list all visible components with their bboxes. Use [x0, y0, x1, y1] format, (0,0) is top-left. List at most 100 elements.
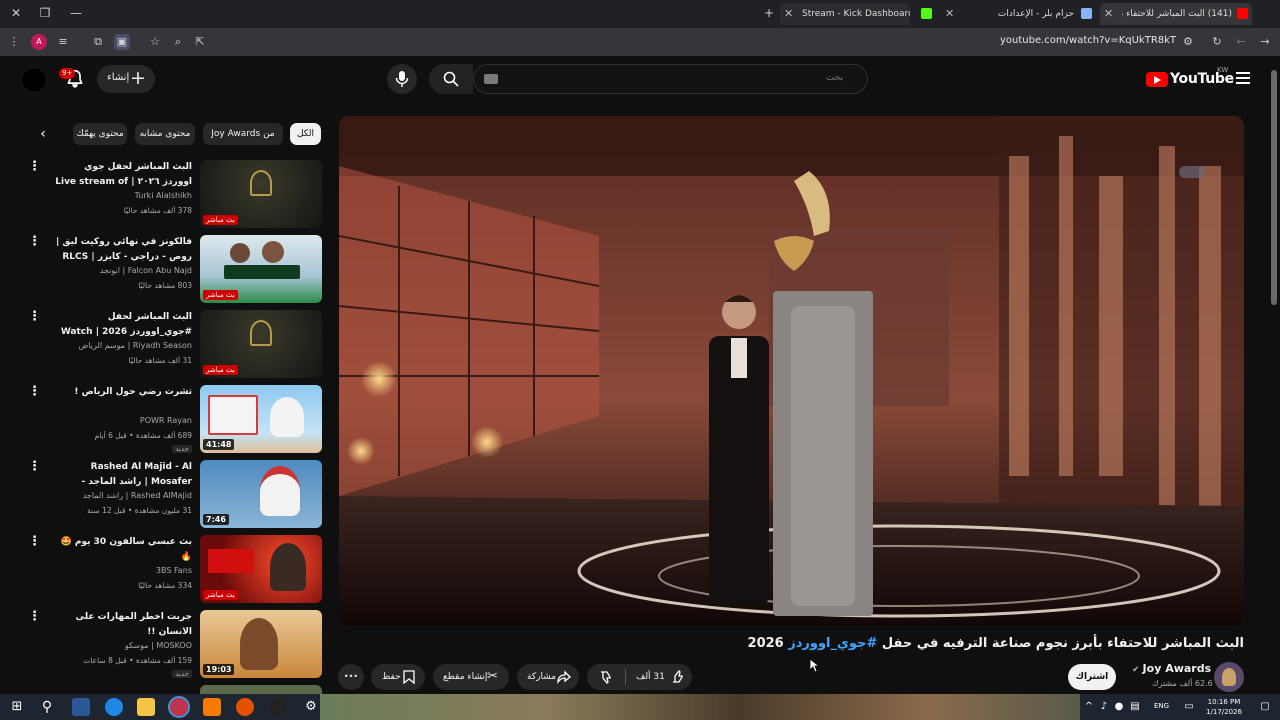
more-options-icon[interactable]: ⋮	[28, 535, 41, 551]
more-options-icon[interactable]: ⋮	[28, 610, 41, 626]
notifications-icon[interactable]: ▢	[1256, 698, 1274, 716]
more-options-icon[interactable]: ⋮	[28, 235, 41, 251]
settings-gear-icon[interactable]: ⚙	[302, 698, 320, 716]
obs-icon[interactable]	[269, 698, 287, 716]
share-page-icon[interactable]: ⇱	[192, 34, 208, 50]
profile-icon[interactable]: A	[31, 34, 47, 50]
edge-icon[interactable]	[105, 698, 123, 716]
recommendation-item[interactable]	[28, 685, 322, 694]
more-options-icon[interactable]: ⋮	[28, 310, 41, 326]
recommendation-item[interactable]: 7:46 Rashed Al Majid - Al Mosafer | راشد…	[28, 460, 322, 528]
person-image	[270, 397, 304, 437]
system-clock[interactable]: 10:16 PM 1/17/2026	[1200, 697, 1248, 717]
youtube-logo[interactable]: YouTube KW	[1146, 66, 1234, 91]
microphone-icon	[395, 71, 409, 87]
search-icon[interactable]: ⚲	[38, 698, 56, 716]
share-button[interactable]: مشاركة	[517, 664, 579, 690]
save-button[interactable]: حفظ	[371, 664, 425, 690]
keyboard-icon[interactable]	[484, 74, 498, 84]
minimize-window-icon[interactable]: —	[66, 4, 86, 22]
voice-search-button[interactable]	[387, 64, 417, 94]
recommendation-item[interactable]: بث مباشر بث عبسي سالفون 30 يوم 🤩🔥 3BS Fa…	[28, 535, 322, 603]
back-icon[interactable]: →	[1257, 34, 1273, 50]
reload-icon[interactable]: ↻	[1209, 34, 1225, 50]
reading-list-icon[interactable]: ≡	[55, 34, 71, 50]
page-scrollbar[interactable]	[1271, 70, 1277, 305]
more-options-icon[interactable]: ⋮	[28, 460, 41, 476]
thumbnail[interactable]: 41:48	[200, 385, 322, 453]
hashtag-link[interactable]: #جوي_اووردز	[788, 636, 877, 651]
recommendation-item[interactable]: بث مباشر البث المباشر لحفل جوي اووردز ٢٠…	[28, 160, 322, 228]
search-input[interactable]: بحث	[826, 73, 843, 83]
thumbnail[interactable]: 19:03	[200, 610, 322, 678]
video-frame	[339, 116, 1244, 626]
new-tab-icon[interactable]: +	[759, 4, 779, 22]
search-button[interactable]	[429, 64, 473, 94]
extensions-icon[interactable]: ⧉	[90, 34, 106, 50]
extension-icon[interactable]: ▣	[114, 34, 130, 50]
network-icon[interactable]: ▤	[1126, 698, 1144, 716]
menu-dots-icon[interactable]: ⋮	[6, 34, 22, 50]
thumbs-down-icon	[601, 671, 611, 684]
tray-icon[interactable]: ▭	[1180, 698, 1198, 716]
clip-button[interactable]: إنشاء مقطع ✂	[433, 664, 509, 690]
thumbnail[interactable]	[200, 685, 322, 694]
overlay-banner	[224, 265, 300, 279]
chip-from-joy-awards[interactable]: من Joy Awards	[203, 123, 283, 145]
recommendation-item[interactable]: بث مباشر فالكونز في نهائي روكيت ليق | رو…	[28, 235, 322, 303]
chip-related[interactable]: محتوى مشابه	[135, 123, 195, 145]
like-button[interactable]: 31 ألف	[627, 664, 692, 690]
windows-start-icon[interactable]: ⊞	[8, 698, 26, 716]
create-button[interactable]: إنشاء +	[97, 65, 155, 93]
tab-close-icon[interactable]: ✕	[945, 3, 954, 25]
zoom-icon[interactable]: ⌕	[170, 34, 186, 50]
more-options-icon[interactable]: ⋮	[28, 385, 41, 401]
channel-avatar[interactable]	[1214, 662, 1244, 692]
person-image	[260, 466, 300, 516]
more-actions-button[interactable]: •••	[338, 664, 364, 690]
thumbs-up-icon	[673, 670, 683, 683]
language-indicator[interactable]: ENG	[1154, 702, 1169, 710]
hamburger-menu-icon[interactable]	[1236, 72, 1250, 84]
tab-close-icon[interactable]: ✕	[784, 3, 793, 25]
address-bar[interactable]: youtube.com/watch?v=KqUkTR8kT_w	[1000, 35, 1176, 46]
mouse-cursor-icon	[809, 658, 819, 673]
chevron-left-icon[interactable]: ‹	[34, 125, 52, 143]
chip-recommended[interactable]: محتوى يهمّك	[73, 123, 127, 145]
bookmark-star-icon[interactable]: ☆	[147, 34, 163, 50]
browser-icon[interactable]	[168, 696, 190, 718]
forward-icon[interactable]: ←	[1233, 34, 1249, 50]
recommendation-item[interactable]: 41:48 تشرت رضي حول الرياض ! POWR Rayan 6…	[28, 385, 322, 453]
store-icon[interactable]	[72, 698, 90, 716]
app-icon[interactable]	[203, 698, 221, 716]
tune-icon[interactable]: ⚙	[1180, 34, 1196, 50]
recommendation-item[interactable]: 19:03 جربت اخطر المهارات على الانسان !! …	[28, 610, 322, 678]
subscribe-button[interactable]: اشتراك	[1068, 664, 1116, 690]
tab-settings[interactable]: حزام بلر - الإعدادات	[962, 3, 1096, 25]
file-explorer-icon[interactable]	[137, 698, 155, 716]
thumbnail[interactable]: بث مباشر	[200, 535, 322, 603]
thumbnail[interactable]: 7:46	[200, 460, 322, 528]
chip-all[interactable]: الكل	[290, 123, 321, 145]
close-window-icon[interactable]: ✕	[6, 4, 26, 22]
sign-image	[208, 395, 258, 435]
scissors-icon: ✂	[487, 669, 498, 684]
account-avatar[interactable]	[21, 67, 47, 93]
thumbnail[interactable]: بث مباشر	[200, 235, 322, 303]
thumbnail[interactable]: بث مباشر	[200, 310, 322, 378]
youtube-favicon-icon	[1237, 8, 1248, 19]
chrome-icon[interactable]	[236, 698, 254, 716]
thumbnail[interactable]: بث مباشر	[200, 160, 322, 228]
recommendation-item[interactable]: بث مباشر البث المباشر لحفل #جوي_اووردز 2…	[28, 310, 322, 378]
video-title: البث المباشر للاحتفاء بأبرز نجوم صناعة ا…	[747, 636, 1244, 651]
restore-window-icon[interactable]: ❐	[35, 4, 55, 22]
video-player[interactable]	[339, 116, 1244, 626]
search-box[interactable]: بحث	[473, 64, 868, 94]
tab-close-icon[interactable]: ✕	[1104, 3, 1113, 25]
channel-name[interactable]: ✔ Joy Awards	[1132, 662, 1211, 675]
dislike-button[interactable]	[587, 664, 625, 690]
tab-kick-dashboard[interactable]: ✕ Stream - Kick Dashboard	[780, 3, 910, 25]
tab-youtube-active[interactable]: ✕ (141) البث المباشر للاحتفاء بأ...	[1100, 3, 1252, 25]
more-options-icon[interactable]: ⋮	[28, 160, 41, 176]
tab-kick[interactable]: ✕	[917, 3, 959, 25]
